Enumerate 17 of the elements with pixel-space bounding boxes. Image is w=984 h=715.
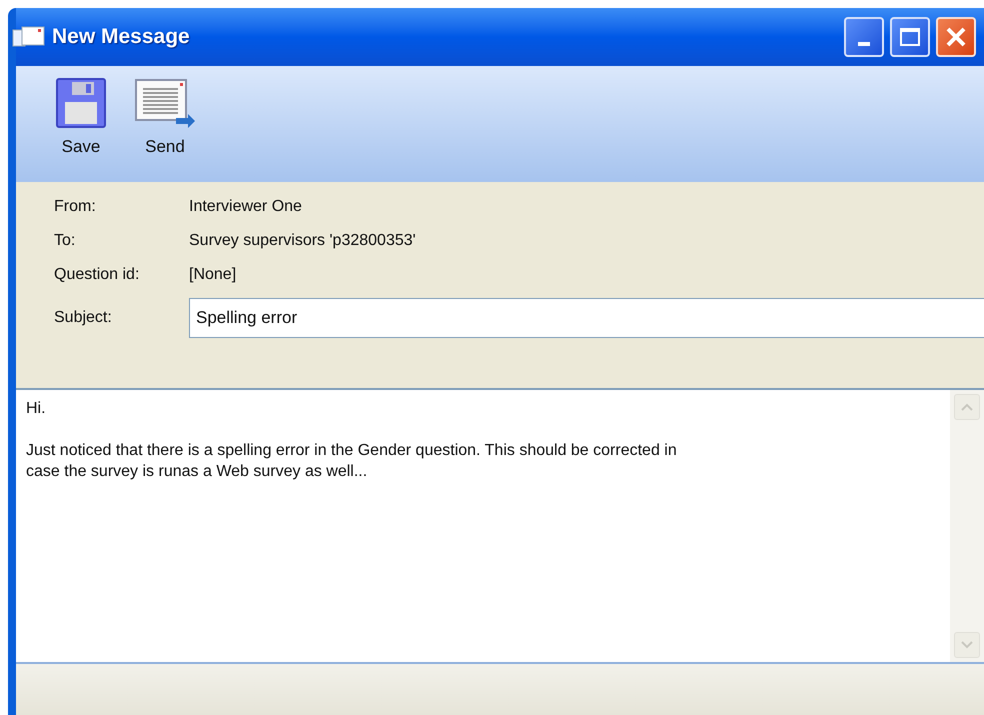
field-label: To: (54, 231, 76, 251)
close-button[interactable] (936, 17, 976, 57)
subject-field[interactable]: Spelling error (189, 298, 984, 338)
field-value: Interviewer One (189, 197, 302, 217)
field-value: [None] (189, 265, 236, 285)
field-label: From: (54, 197, 97, 217)
window-title: New Message (52, 24, 190, 50)
document-icon (12, 26, 46, 48)
field-label: Question id: (54, 265, 140, 285)
field-value: Survey supervisors 'p32800353' (189, 231, 416, 251)
maximize-button[interactable] (890, 17, 930, 57)
document-arrow-icon (134, 78, 196, 128)
field-label: Subject: (54, 308, 113, 328)
close-icon (945, 26, 967, 48)
save-button[interactable]: Save (56, 78, 106, 160)
minimize-button[interactable] (844, 17, 884, 57)
send-button[interactable]: Send (134, 78, 196, 160)
